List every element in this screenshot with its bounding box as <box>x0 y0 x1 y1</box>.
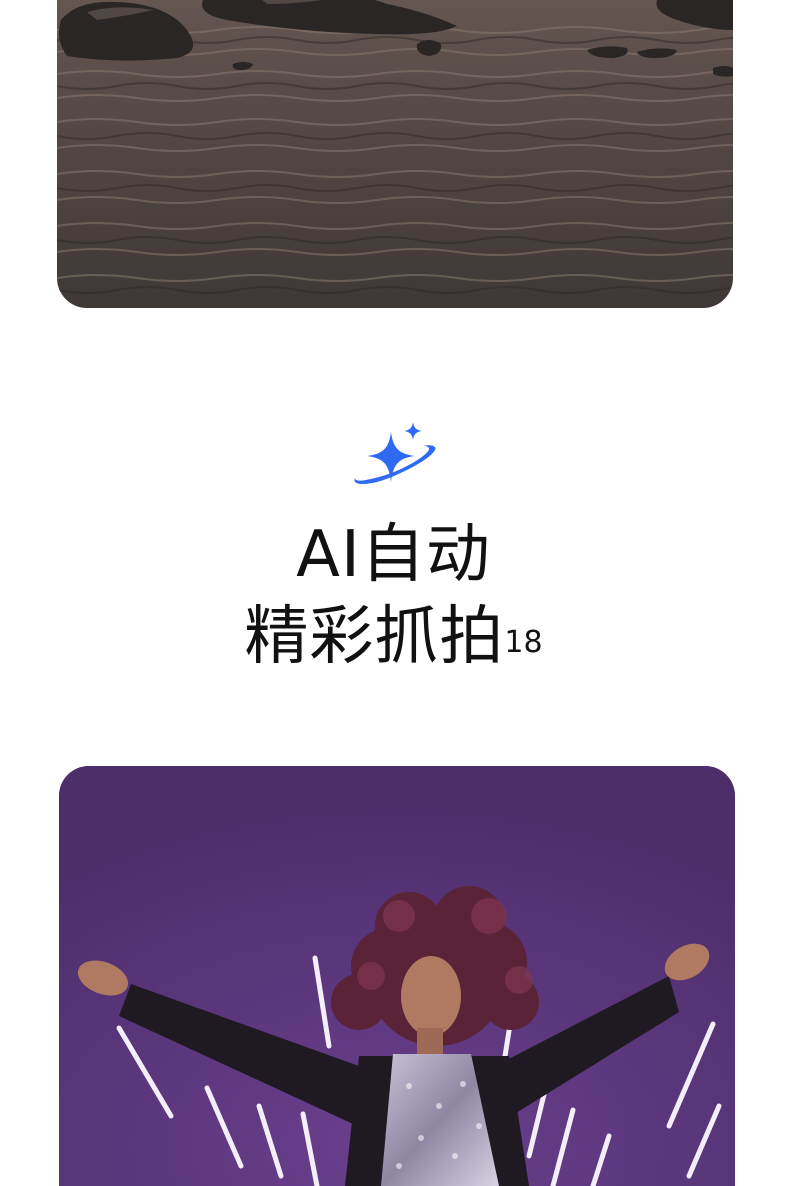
feature-title-text-1: AI自动 <box>296 518 491 592</box>
feature-title-line-2: 精彩抓拍18 <box>0 596 787 678</box>
feature-title-text-2: 精彩抓拍 <box>244 600 505 674</box>
feature-title-line-1: AI自动 <box>0 514 787 596</box>
dancer-photo <box>59 766 735 1186</box>
footnote-marker: 18 <box>504 625 543 660</box>
feature-heading: AI自动 精彩抓拍18 <box>0 420 787 678</box>
ai-sparkle-icon <box>353 422 435 484</box>
sea-rocks-photo <box>57 0 733 308</box>
